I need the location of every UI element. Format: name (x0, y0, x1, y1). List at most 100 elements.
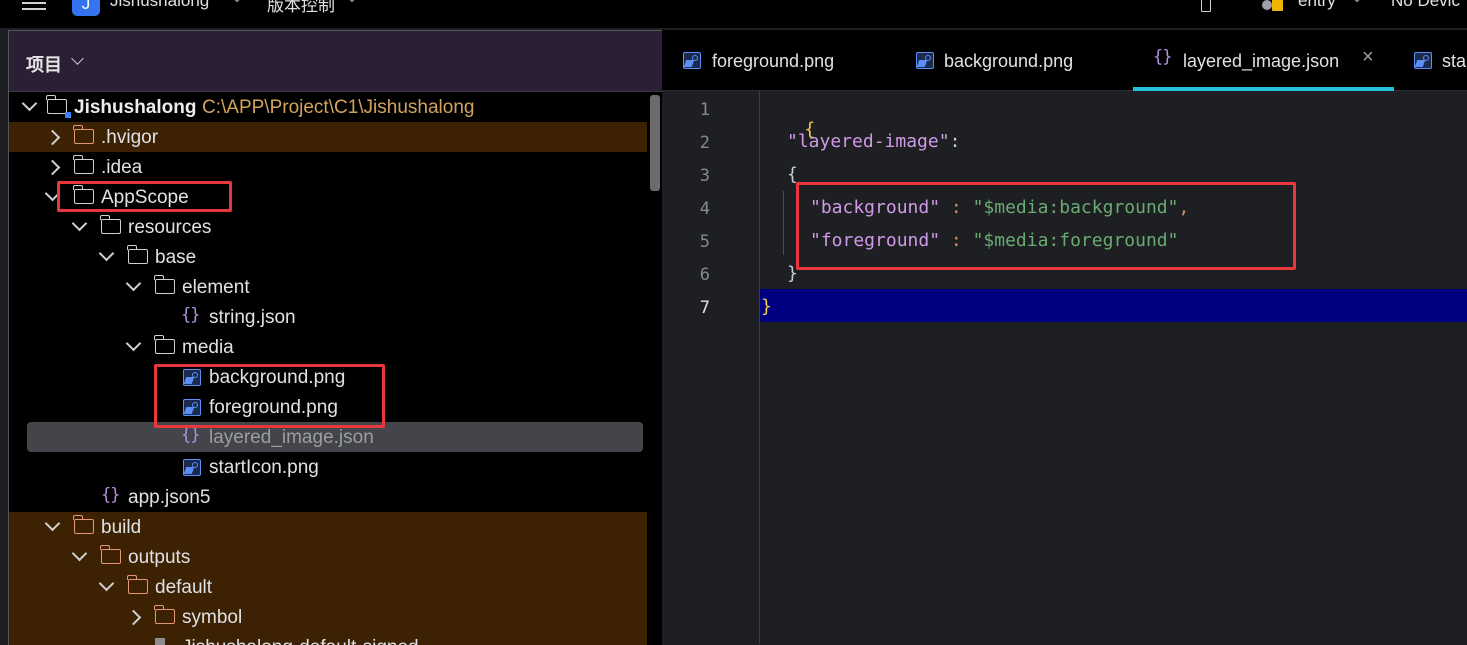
json-file-icon: {} (181, 305, 201, 325)
tree-item-label: .idea (101, 157, 143, 178)
line-number: 7 (699, 298, 710, 318)
line-number: 5 (699, 232, 710, 252)
code-token: : (949, 131, 961, 152)
folder-icon (127, 245, 148, 264)
editor-tab-bar: foreground.png background.png {} layered… (662, 30, 1467, 91)
chevron-down-icon[interactable] (98, 245, 115, 262)
highlight-box-json-entries (796, 182, 1296, 270)
tree-item-build[interactable]: build (9, 512, 647, 542)
folder-icon (73, 155, 94, 174)
chevron-down-icon[interactable] (71, 52, 84, 65)
tab-starticon-png[interactable]: sta (1394, 30, 1467, 90)
code-line-2[interactable]: "layered-image": (787, 131, 960, 152)
folder-icon (127, 575, 148, 594)
tree-item-label: Jishushalong (74, 97, 197, 118)
tree-item-app-json5[interactable]: {} app.json5 (9, 482, 647, 512)
tree-item-root[interactable]: Jishushalong C:\APP\Project\C1\Jishushal… (9, 92, 647, 122)
tree-item-string-json[interactable]: {} string.json (9, 302, 647, 332)
folder-icon (154, 335, 175, 354)
tab-background-png[interactable]: background.png (892, 30, 1132, 90)
tree-item-idea[interactable]: .idea (9, 152, 647, 182)
chevron-down-icon[interactable] (21, 95, 38, 112)
chevron-right-icon[interactable] (44, 129, 61, 146)
tree-item-element[interactable]: element (9, 272, 647, 302)
panel-title[interactable]: 项目 (26, 51, 62, 77)
chevron-right-icon[interactable] (44, 159, 61, 176)
indent-guide (783, 191, 784, 255)
chevron-down-icon[interactable] (98, 575, 115, 592)
highlight-box-media-files (154, 364, 385, 428)
tree-item-label: element (182, 277, 250, 298)
chevron-down-icon[interactable] (71, 215, 88, 232)
image-file-icon (916, 52, 934, 69)
chevron-right-icon[interactable] (125, 609, 142, 626)
image-file-icon (1414, 52, 1432, 69)
top-toolbar: J Jishushalong ⌄ 版本控制 ⌄ entry ⌄ No Devic (0, 0, 1467, 28)
highlight-box-appscope (57, 181, 232, 212)
json-file-icon: {} (101, 485, 121, 505)
device-selector[interactable]: No Devic (1391, 0, 1460, 11)
project-avatar[interactable]: J (72, 0, 100, 16)
vcs-menu[interactable]: 版本控制 (267, 0, 335, 16)
tree-item-label: symbol (182, 607, 243, 628)
tree-item-label: layered_image.json (209, 427, 374, 448)
tree-item-default[interactable]: default (9, 572, 647, 602)
hamburger-menu-icon[interactable] (22, 0, 46, 10)
tree-item-starticon-png[interactable]: startIcon.png (9, 452, 647, 482)
tree-scrollbar[interactable] (650, 95, 660, 191)
chevron-down-icon[interactable] (44, 515, 61, 532)
code-token: } (761, 296, 772, 317)
json-file-icon: {} (1153, 47, 1173, 67)
folder-icon (154, 605, 175, 624)
tree-item-resources[interactable]: resources (9, 212, 647, 242)
chevron-down-icon[interactable]: ⌄ (1352, 0, 1362, 5)
chevron-down-icon[interactable]: ⌄ (347, 0, 357, 5)
close-icon[interactable]: × (1362, 46, 1374, 69)
tree-item-label: build (101, 517, 142, 538)
folder-icon (100, 215, 121, 234)
tree-item-label: base (155, 247, 197, 268)
tab-layered-image-json[interactable]: {} layered_image.json × (1133, 30, 1394, 91)
project-panel-header: 项目 (9, 31, 662, 92)
line-number-gutter: 1 2 3 4 5 6 7 (662, 91, 760, 644)
line-number: 4 (699, 199, 710, 219)
json-file-icon: {} (181, 425, 201, 445)
chevron-down-icon[interactable] (125, 335, 142, 352)
folder-icon (73, 125, 94, 144)
tab-label: foreground.png (712, 51, 835, 71)
tree-item-media[interactable]: media (9, 332, 647, 362)
tree-item-label: string.json (209, 307, 296, 328)
image-file-icon (183, 459, 201, 476)
tree-item-label: app.json5 (128, 487, 211, 508)
project-panel: 项目 Jishushalong C:\APP\Project\C1\Jishus… (8, 30, 662, 645)
line-number: 6 (699, 265, 710, 285)
tree-item-base[interactable]: base (9, 242, 647, 272)
tree-item-symbol[interactable]: symbol (9, 602, 647, 632)
run-config-selector[interactable]: entry (1298, 0, 1336, 11)
tree-item-label: outputs (128, 547, 191, 568)
chevron-down-icon[interactable]: ⌄ (232, 0, 242, 5)
image-file-icon (683, 52, 701, 69)
chevron-down-icon[interactable] (71, 545, 88, 562)
tree-item-label: resources (128, 217, 212, 238)
folder-icon (154, 275, 175, 294)
json-key: "layered-image" (787, 131, 950, 152)
line-number: 2 (699, 133, 710, 153)
folder-icon (100, 545, 121, 564)
tab-foreground-png[interactable]: foreground.png (662, 30, 892, 90)
tree-item-outputs[interactable]: outputs (9, 542, 647, 572)
line-number: 1 (699, 100, 710, 120)
folder-icon (73, 515, 94, 534)
tab-label: sta (1442, 51, 1467, 71)
module-folder-icon (46, 95, 71, 118)
project-name[interactable]: Jishushalong (110, 0, 209, 11)
line-number: 3 (699, 166, 710, 186)
tree-item-label: media (182, 337, 234, 358)
tree-item-label: .hvigor (101, 127, 159, 148)
tree-item-hvigor[interactable]: .hvigor (9, 122, 647, 152)
device-icon[interactable] (1201, 0, 1211, 12)
code-line-7[interactable]: } (761, 296, 772, 317)
tree-item-signed-hap[interactable]: Jishushalong-default-signed (9, 632, 647, 645)
chevron-down-icon[interactable] (125, 275, 142, 292)
tree-item-label: default (155, 577, 213, 598)
